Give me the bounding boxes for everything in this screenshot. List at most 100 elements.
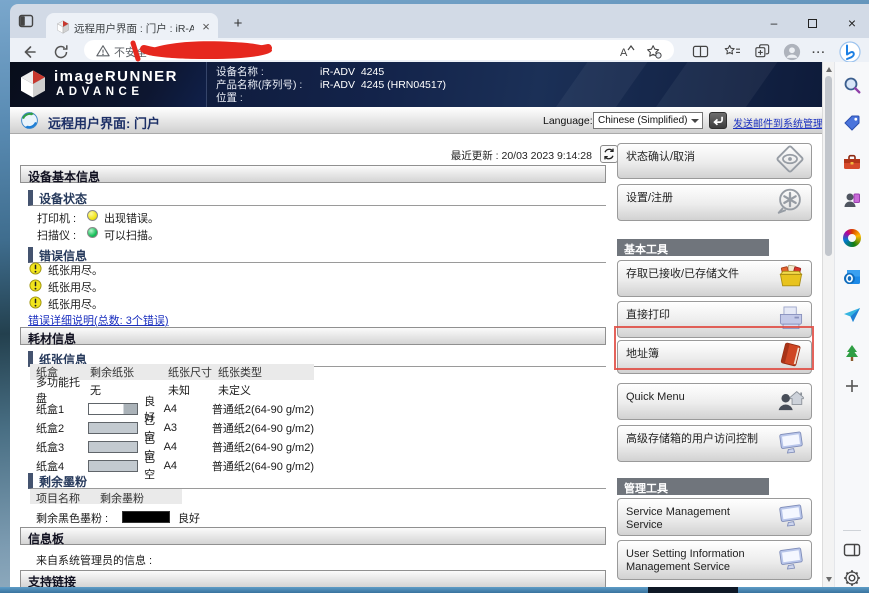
window-minimize-button[interactable]: – <box>760 14 788 34</box>
window-close-button[interactable]: × <box>838 14 866 34</box>
tab-close-icon[interactable]: × <box>198 19 214 35</box>
toner-row-status: 良好 <box>178 510 200 526</box>
scroll-down-arrow[interactable] <box>826 577 832 582</box>
location-label: 位置 : <box>216 92 320 105</box>
language-apply-button[interactable] <box>709 112 727 129</box>
error-detail-link[interactable]: 错误详细说明(总数: 3个错误) <box>28 312 169 328</box>
sidebar-settings-gear-icon[interactable] <box>842 568 862 588</box>
stored-files-icon <box>776 262 806 296</box>
section-board: 信息板 <box>20 527 606 545</box>
error-warning-icon <box>29 262 42 280</box>
service-management-service-button[interactable]: Service Management Service <box>617 498 812 536</box>
not-secure-warning-icon <box>96 44 110 63</box>
scanner-status-text: 可以扫描。 <box>104 227 159 243</box>
drop-paperplane-icon[interactable] <box>842 305 862 325</box>
last-update: 最近更新 : 20/03 2023 9:14:28 <box>310 148 592 163</box>
stored-files-button[interactable]: 存取已接收/已存储文件 <box>617 260 812 297</box>
paper-row-drawer2: 纸盒2 已空 A3 普通纸2(64-90 g/m2) <box>30 418 314 437</box>
subsection-toner: 剩余墨粉 <box>28 473 606 489</box>
error-item: 纸张用尽。 <box>48 296 103 312</box>
page-refresh-button[interactable] <box>600 145 618 163</box>
settings-asterisk-icon <box>774 185 806 221</box>
window-bottom-edge <box>0 587 869 593</box>
scanner-label: 扫描仪 : <box>37 227 76 243</box>
favorites-star-icon[interactable] <box>646 44 662 64</box>
remote-ui-page: imageRUNNER ADVANCE 设备名称 :iR-ADV 4245 产品… <box>10 62 822 587</box>
monitor-icon <box>776 427 806 461</box>
outlook-icon[interactable] <box>842 267 862 287</box>
read-aloud-icon[interactable]: A <box>620 44 635 59</box>
error-item: 纸张用尽。 <box>48 279 103 295</box>
portal-globe-icon <box>20 111 39 135</box>
portal-bar: 远程用户界面: 门户 Language: Chinese (Simplified… <box>10 107 822 134</box>
quick-menu-icon <box>776 385 806 419</box>
mail-admin-link[interactable]: 发送邮件到系统管理员 <box>733 115 822 130</box>
paper-row-drawer1: 纸盒1 良好 A4 普通纸2(64-90 g/m2) <box>30 399 314 418</box>
brand-line1: imageRUNNER <box>54 68 178 85</box>
search-icon[interactable] <box>842 75 862 95</box>
shopping-tag-icon[interactable] <box>842 113 862 133</box>
board-message-label: 来自系统管理员的信息 : <box>36 552 152 568</box>
section-support-links: 支持链接 <box>20 570 606 587</box>
management-tools-header: 管理工具 <box>617 478 769 495</box>
paper-row-drawer3: 纸盒3 已空 A4 普通纸2(64-90 g/m2) <box>30 437 314 456</box>
add-sidebar-item-icon[interactable] <box>842 376 862 396</box>
toner-level-bar <box>122 511 170 523</box>
paper-row-multitray: 多功能托盘 无 未知 未定义 <box>30 380 314 399</box>
paper-table: 纸盒 剩余纸张 纸张尺寸 纸张类型 多功能托盘 无 未知 未定义 纸盒1 良好 … <box>30 364 314 475</box>
brand-logo-block: imageRUNNER ADVANCE <box>10 62 206 107</box>
toolbox-icon[interactable] <box>842 152 862 172</box>
paper-level-bar <box>88 460 138 472</box>
status-eye-icon <box>774 143 806 179</box>
window-maximize-button[interactable] <box>798 14 826 34</box>
toner-header-remaining: 剩余墨粉 <box>100 490 144 506</box>
status-monitor-button[interactable]: 状态确认/取消 <box>617 143 812 179</box>
product-name-label: 产品名称(序列号) : <box>216 79 320 92</box>
favorites-list-icon[interactable] <box>724 44 741 64</box>
toner-row-label: 剩余黑色墨粉 : <box>36 510 108 526</box>
split-screen-icon[interactable] <box>692 44 709 64</box>
sidebar-toggle-icon[interactable] <box>842 540 862 560</box>
user-setting-info-service-button[interactable]: User Setting Information Management Serv… <box>617 540 812 580</box>
toner-header-item: 项目名称 <box>36 490 80 506</box>
sidebar-divider <box>843 530 861 531</box>
advanced-space-access-button[interactable]: 高级存储箱的用户访问控制 <box>617 425 812 462</box>
canon-cube-logo-icon <box>18 69 48 104</box>
microsoft365-icon[interactable] <box>842 228 862 248</box>
language-select[interactable]: Chinese (Simplified) <box>593 112 703 129</box>
annotation-highlight-box <box>614 326 814 370</box>
browser-titlebar: 远程用户界面 : 门户 : iR-ADV 424 × + – × <box>10 4 869 38</box>
screen: 远程用户界面 : 门户 : iR-ADV 424 × + – × 不安全 A ·… <box>0 0 869 593</box>
page-scrollbar[interactable] <box>822 62 834 587</box>
error-item: 纸张用尽。 <box>48 262 103 278</box>
header-decoration <box>545 62 654 107</box>
monitor-icon <box>776 500 806 534</box>
product-name-value: iR-ADV 4245 (HRN04517) <box>320 79 446 91</box>
device-info: 设备名称 :iR-ADV 4245 产品名称(序列号) :iR-ADV 4245… <box>216 66 446 105</box>
tab-title: 远程用户界面 : 门户 : iR-ADV 424 <box>74 21 194 36</box>
collections-add-icon[interactable] <box>754 43 771 64</box>
monitor-icon <box>776 543 806 577</box>
scrollbar-thumb[interactable] <box>825 76 832 256</box>
header-divider <box>206 62 207 107</box>
more-menu-icon[interactable]: ··· <box>812 47 826 59</box>
new-tab-button[interactable]: + <box>229 15 247 33</box>
header-decoration <box>645 62 784 107</box>
section-consumables: 耗材信息 <box>20 327 606 345</box>
settings-register-button[interactable]: 设置/注册 <box>617 184 812 221</box>
brand-line2: ADVANCE <box>56 86 144 98</box>
subsection-device-status: 设备状态 <box>28 190 606 206</box>
language-label: Language: <box>543 115 593 127</box>
section-device-basic-info: 设备基本信息 <box>20 165 606 183</box>
tab-actions-menu-icon[interactable] <box>18 13 34 29</box>
quick-menu-button[interactable]: Quick Menu <box>617 383 812 420</box>
error-warning-icon <box>29 279 42 297</box>
printer-label: 打印机 : <box>37 210 76 226</box>
scanner-status-dot <box>87 227 98 238</box>
tree-hunt-icon[interactable] <box>842 343 862 363</box>
games-people-icon[interactable] <box>842 190 862 210</box>
bottom-edge-shadow <box>648 587 738 593</box>
scroll-up-arrow[interactable] <box>826 67 832 72</box>
device-header: imageRUNNER ADVANCE 设备名称 :iR-ADV 4245 产品… <box>10 62 822 107</box>
subsection-error-info: 错误信息 <box>28 247 606 263</box>
